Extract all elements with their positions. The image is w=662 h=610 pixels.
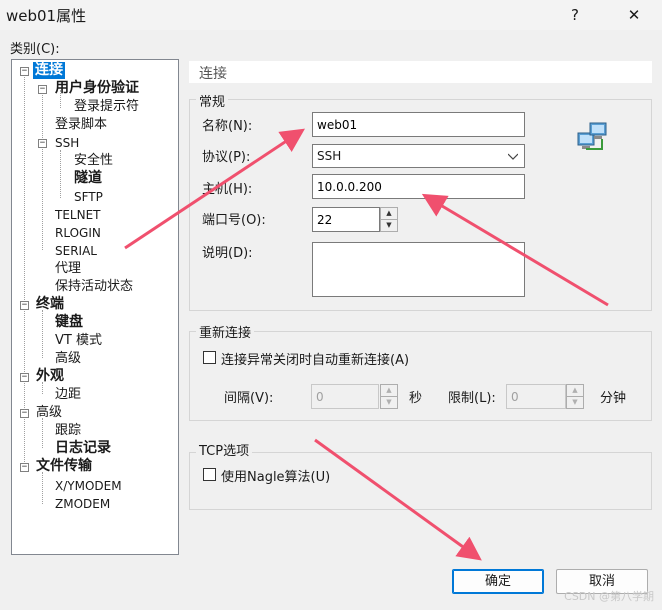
tree-item-login-script[interactable]: 登录脚本 [55,116,107,133]
tree-item-terminal-advanced[interactable]: 高级 [55,350,81,367]
spin-down-icon[interactable]: ▼ [567,397,583,409]
tree-item-appearance[interactable]: 外观 [36,368,64,385]
window-title: web01属性 [6,7,87,25]
nagle-checkbox[interactable] [203,468,216,481]
spin-up-icon[interactable]: ▲ [567,385,583,397]
description-textarea[interactable] [312,242,525,297]
port-label: 端口号(O): [202,213,266,228]
auto-reconnect-label: 连接异常关闭时自动重新连接(A) [221,353,410,368]
spin-up-icon[interactable]: ▲ [381,208,397,220]
collapse-icon[interactable]: − [20,67,29,76]
tree-item-security[interactable]: 安全性 [74,152,113,169]
tree-item-zmodem[interactable]: ZMODEM [55,496,110,513]
port-spinner[interactable]: ▲ ▼ [380,207,398,232]
chevron-down-icon [508,153,518,160]
tree-item-auth[interactable]: 用户身份验证 [55,80,139,97]
auto-reconnect-checkbox[interactable] [203,351,216,364]
panel-header: 连接 [189,61,652,83]
name-label: 名称(N): [202,119,253,134]
collapse-icon[interactable]: − [20,373,29,382]
interval-spinner[interactable]: ▲ ▼ [380,384,398,409]
category-tree[interactable]: − 连接 − 用户身份验证 登录提示符 登录脚本 − SSH 安全性 隧道 SF… [11,59,179,555]
interval-input[interactable] [311,384,379,409]
protocol-select[interactable]: SSH [312,144,525,168]
tree-item-telnet[interactable]: TELNET [55,207,101,224]
tree-item-file-transfer[interactable]: 文件传输 [36,458,92,475]
tree-item-terminal[interactable]: 终端 [36,296,64,313]
limit-input[interactable] [506,384,566,409]
tree-item-proxy[interactable]: 代理 [55,260,81,277]
spin-down-icon[interactable]: ▼ [381,220,397,232]
protocol-value: SSH [317,149,342,163]
spin-up-icon[interactable]: ▲ [381,385,397,397]
tree-item-connection[interactable]: 连接 [33,62,65,79]
tree-item-logging[interactable]: 日志记录 [55,440,111,457]
collapse-icon[interactable]: − [38,85,47,94]
help-button[interactable]: ? [564,4,586,26]
interval-unit: 秒 [409,391,423,406]
limit-unit: 分钟 [600,391,627,406]
port-input[interactable] [312,207,380,232]
tree-item-xymodem[interactable]: X/YMODEM [55,478,122,495]
tree-item-vt-mode[interactable]: VT 模式 [55,332,102,349]
spin-down-icon[interactable]: ▼ [381,397,397,409]
panel-title: 连接 [199,66,227,82]
tree-item-tunnel[interactable]: 隧道 [74,170,102,187]
host-input[interactable] [312,174,525,199]
general-group-title: 常规 [196,91,229,110]
protocol-label: 协议(P): [202,150,251,165]
tree-item-ssh[interactable]: SSH [55,135,79,152]
tree-item-trace[interactable]: 跟踪 [55,422,81,439]
tree-item-login-prompt[interactable]: 登录提示符 [74,98,139,115]
tree-item-keepalive[interactable]: 保持活动状态 [55,278,133,295]
collapse-icon[interactable]: − [20,409,29,418]
title-bar: web01属性 ? ✕ [0,0,662,30]
collapse-icon[interactable]: − [20,301,29,310]
limit-spinner[interactable]: ▲ ▼ [566,384,584,409]
collapse-icon[interactable]: − [20,463,29,472]
close-button[interactable]: ✕ [623,4,645,26]
tree-item-serial[interactable]: SERIAL [55,243,97,260]
watermark: CSDN @第八学期 [564,590,654,603]
host-label: 主机(H): [202,182,253,197]
limit-label: 限制(L): [448,391,496,406]
interval-label: 间隔(V): [224,391,274,406]
tree-item-keyboard[interactable]: 键盘 [55,314,83,331]
category-label: 类别(C): [10,42,60,57]
description-label: 说明(D): [202,246,253,261]
nagle-label: 使用Nagle算法(U) [221,470,331,485]
tree-item-rlogin[interactable]: RLOGIN [55,225,101,242]
network-computers-icon [577,122,607,150]
ok-button[interactable]: 确定 [452,569,544,594]
tree-item-sftp[interactable]: SFTP [74,189,103,206]
name-input[interactable] [312,112,525,137]
tree-item-margin[interactable]: 边距 [55,386,81,403]
tree-item-advanced[interactable]: 高级 [36,404,62,421]
collapse-icon[interactable]: − [38,139,47,148]
tcp-group-title: TCP选项 [196,440,253,459]
reconnect-group-title: 重新连接 [196,322,255,341]
